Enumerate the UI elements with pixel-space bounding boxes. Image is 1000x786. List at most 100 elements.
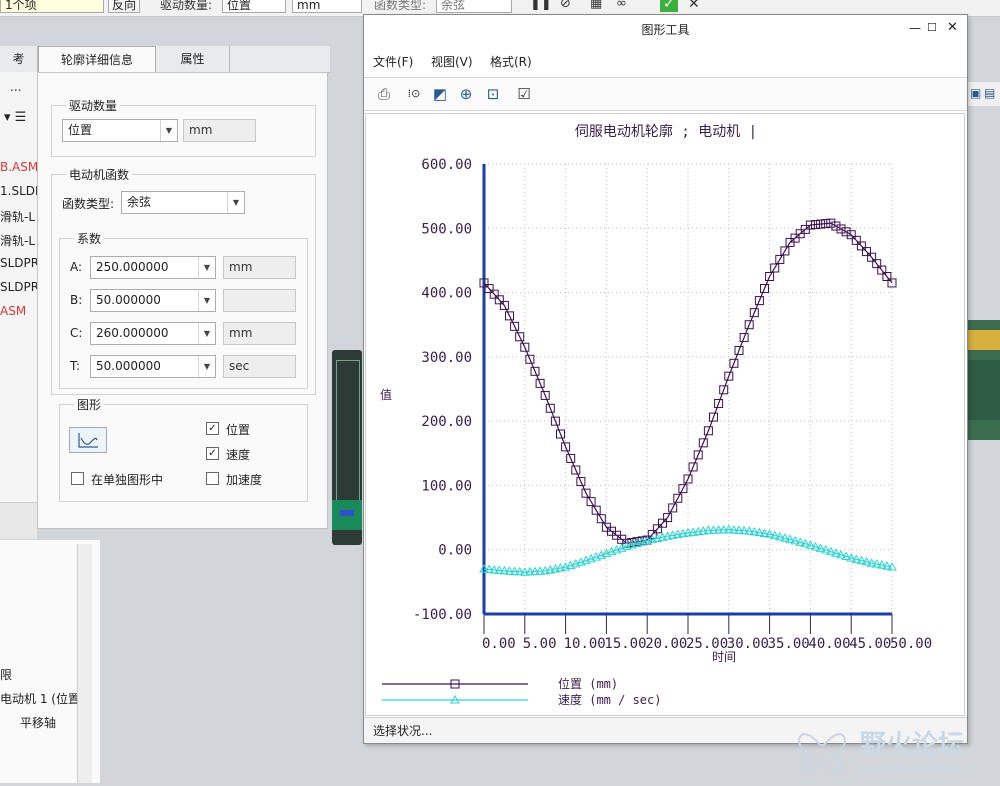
drive-qty-group: 驱动数量 位置 ▼ mm	[51, 97, 316, 157]
model-icon[interactable]: ▦	[590, 0, 602, 11]
scrollbar[interactable]	[77, 544, 92, 783]
func-type-value: 余弦	[127, 195, 152, 209]
coeff-t-input[interactable]: 50.000000 ▼	[90, 355, 216, 378]
tree-item[interactable]: ASM	[0, 304, 26, 318]
drive-qty-select[interactable]: 位置 ▼	[62, 119, 178, 142]
coeff-b-unit	[223, 289, 296, 312]
toggle-display-icon[interactable]: ☑	[514, 84, 534, 104]
stop-icon[interactable]: ⊘	[560, 0, 571, 11]
profile-details-panel: 驱动数量 位置 ▼ mm 电动机函数 函数类型: 余弦 ▼ 系数 A: 250.…	[37, 72, 328, 529]
forum-watermark: 野火论坛 www.proewildfire.cn	[790, 715, 1000, 783]
coeff-a-input[interactable]: 250.000000 ▼	[90, 256, 216, 279]
menu-file[interactable]: 文件(F)	[373, 51, 413, 73]
tree-item[interactable]: SLDPR	[0, 280, 37, 294]
tree-item[interactable]: ...	[10, 80, 21, 94]
right-toolbar: ▣ ▤	[968, 82, 1000, 106]
x-axis-label: 时间	[712, 650, 736, 664]
tree-icon[interactable]: ▾ ☰	[4, 110, 26, 125]
velocity-checkbox[interactable]: ✓	[206, 447, 219, 460]
tab-bar: 考 轮廓详细信息 属性	[0, 46, 330, 73]
menu-view[interactable]: 视图(V)	[431, 51, 473, 73]
func-type-label: 函数类型:	[62, 197, 115, 211]
y-tick-label: 400.00	[421, 286, 472, 302]
drive-qty-select[interactable]: 位置	[222, 0, 286, 13]
cancel-icon[interactable]: ✕	[688, 0, 700, 12]
pick-points-icon[interactable]: ⁞⊙	[404, 84, 424, 104]
x-tick-label: 10.00	[564, 636, 606, 652]
graph-group: 图形 ✓ 位置 ✓ 速度 在单独图形中 加速度	[59, 396, 308, 502]
position-checkbox[interactable]: ✓	[206, 422, 219, 435]
coeff-a-unit: mm	[223, 256, 296, 279]
y-tick-label: 200.00	[421, 414, 472, 430]
graph-icon	[78, 433, 98, 448]
chevron-down-icon[interactable]: ▼	[227, 192, 244, 213]
separate-graph-label: 在单独图形中	[91, 473, 164, 487]
zoom-in-icon[interactable]: ⊕	[456, 84, 476, 104]
list-item[interactable]: 限	[0, 666, 12, 683]
chevron-down-icon[interactable]: ▼	[198, 257, 215, 278]
svg-text:野火论坛: 野火论坛	[860, 730, 964, 760]
glasses-icon[interactable]: ∞	[616, 0, 627, 11]
edit-icon[interactable]: ◩	[430, 84, 450, 104]
chart-svg: 600.00 500.00 400.00 300.00 200.00 100.00 0.00…	[380, 123, 932, 707]
coeff-b-value: 50.000000	[96, 293, 161, 307]
minimize-icon[interactable]: —	[909, 21, 921, 35]
chevron-down-icon[interactable]: ▼	[198, 323, 215, 344]
tree-item[interactable]: 滑轨-L	[0, 208, 35, 225]
tree-divider	[0, 502, 37, 539]
view-icon[interactable]: ▣	[970, 86, 981, 100]
y-tick-label: 500.00	[421, 221, 472, 237]
menu-format[interactable]: 格式(R)	[490, 51, 532, 73]
tree-item[interactable]: B.ASM	[0, 160, 37, 174]
drive-unit-field: mm	[183, 119, 256, 142]
chevron-down-icon[interactable]: ▼	[198, 356, 215, 377]
coeff-t-unit: sec	[223, 355, 296, 378]
list-item[interactable]: 电动机 1 (位置	[0, 690, 80, 707]
items-field[interactable]: 1个项	[0, 0, 104, 13]
chart-title: 伺服电动机轮廓 ; 电动机 |	[575, 123, 757, 140]
pause-icon[interactable]: ❚❚	[530, 0, 552, 11]
y-tick-label: 600.00	[421, 157, 472, 173]
velocity-label: 速度	[226, 448, 251, 462]
x-tick-label: 35.00	[768, 636, 810, 652]
tab-profile-details[interactable]: 轮廓详细信息	[38, 46, 156, 73]
coeff-b-input[interactable]: 50.000000 ▼	[90, 289, 216, 312]
maximize-icon[interactable]: ☐	[927, 21, 937, 34]
graph-title: 图形	[74, 396, 105, 413]
func-type-select[interactable]: 余弦 ▼	[121, 191, 245, 214]
reverse-button[interactable]: 反向	[108, 0, 140, 13]
chevron-down-icon[interactable]: ▼	[160, 120, 177, 141]
drive-qty-label: 驱动数量:	[160, 0, 213, 12]
close-icon[interactable]: ✕	[947, 20, 958, 35]
y-axis-label: 值	[380, 387, 392, 402]
menu-bar: 文件(F) 视图(V) 格式(R)	[364, 51, 967, 73]
coeff-c-input[interactable]: 260.000000 ▼	[90, 322, 216, 345]
checkmark-icon: ✓	[208, 448, 217, 459]
display-icon[interactable]: ▤	[984, 86, 995, 100]
chevron-down-icon[interactable]: ▼	[198, 290, 215, 311]
drive-unit-field[interactable]: mm	[292, 0, 362, 13]
tab-properties[interactable]: 属性	[156, 46, 230, 72]
func-type-select[interactable]: 余弦	[436, 0, 512, 13]
series-line	[483, 222, 893, 544]
tree-item[interactable]: SLDPR	[0, 256, 37, 270]
ok-icon[interactable]: ✓	[660, 0, 678, 12]
print-icon[interactable]: ⎙	[374, 84, 394, 104]
graph-button[interactable]	[69, 427, 107, 453]
list-item[interactable]: 平移轴	[20, 714, 56, 731]
accel-checkbox[interactable]	[206, 472, 219, 485]
x-tick-label: 50.00	[890, 636, 932, 652]
x-tick-label: 40.00	[808, 636, 850, 652]
y-tick-label: 100.00	[421, 478, 472, 494]
coeff-b-label: B:	[70, 293, 83, 307]
separate-graph-checkbox[interactable]	[71, 472, 84, 485]
motor-func-group: 电动机函数 函数类型: 余弦 ▼ 系数 A: 250.000000 ▼ mm B…	[51, 166, 316, 395]
checkmark-icon: ✓	[208, 423, 217, 434]
coeff-group: 系数 A: 250.000000 ▼ mm B: 50.000000 ▼ C: …	[59, 230, 308, 389]
x-tick-label: 15.00	[604, 636, 646, 652]
tree-item[interactable]: 滑轨-L	[0, 232, 35, 249]
refit-icon[interactable]: ⊡	[483, 84, 503, 104]
tab-reference[interactable]: 考	[0, 46, 38, 72]
model-view-fragment	[332, 350, 362, 545]
tree-item[interactable]: 1.SLDP	[0, 184, 37, 198]
